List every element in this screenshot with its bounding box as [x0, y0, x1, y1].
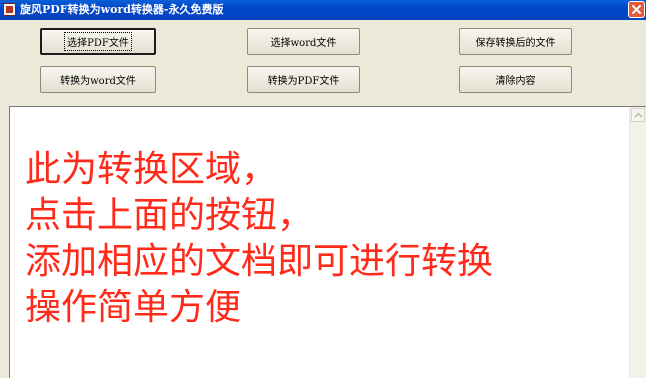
hint-line: 操作简单方便	[25, 287, 242, 328]
close-button[interactable]	[628, 1, 645, 18]
convert-to-word-label: 转换为word文件	[60, 76, 136, 87]
conversion-hint-text: 此为转换区域， 点击上面的按钮， 添加相应的文档即可进行转换 操作简单方便	[25, 147, 493, 331]
select-pdf-label: 选择PDF文件	[64, 32, 132, 51]
conversion-area[interactable]: 此为转换区域， 点击上面的按钮， 添加相应的文档即可进行转换 操作简单方便	[9, 106, 646, 378]
select-word-label: 选择word文件	[270, 38, 337, 49]
close-icon	[632, 5, 641, 14]
convert-to-word-button[interactable]: 转换为word文件	[40, 66, 156, 93]
chevron-up-icon	[634, 112, 643, 118]
save-converted-button[interactable]: 保存转换后的文件	[459, 28, 572, 55]
convert-to-pdf-button[interactable]: 转换为PDF文件	[247, 66, 360, 93]
hint-line: 此为转换区域，	[25, 149, 278, 190]
scroll-up-button[interactable]	[631, 108, 645, 122]
window-title: 旋风PDF转换为word转换器-永久免费版	[20, 3, 224, 16]
clear-content-label: 清除内容	[495, 76, 536, 87]
convert-to-pdf-label: 转换为PDF文件	[267, 76, 340, 87]
vertical-scrollbar[interactable]	[629, 107, 646, 378]
pdf-app-icon[interactable]	[3, 3, 16, 16]
title-bar[interactable]: 旋风PDF转换为word转换器-永久免费版	[0, 0, 646, 20]
hint-line: 添加相应的文档即可进行转换	[25, 241, 494, 282]
save-converted-label: 保存转换后的文件	[475, 38, 556, 49]
hint-line: 点击上面的按钮，	[25, 195, 314, 236]
select-pdf-button[interactable]: 选择PDF文件	[40, 28, 156, 55]
clear-content-button[interactable]: 清除内容	[459, 66, 572, 93]
select-word-button[interactable]: 选择word文件	[247, 28, 360, 55]
